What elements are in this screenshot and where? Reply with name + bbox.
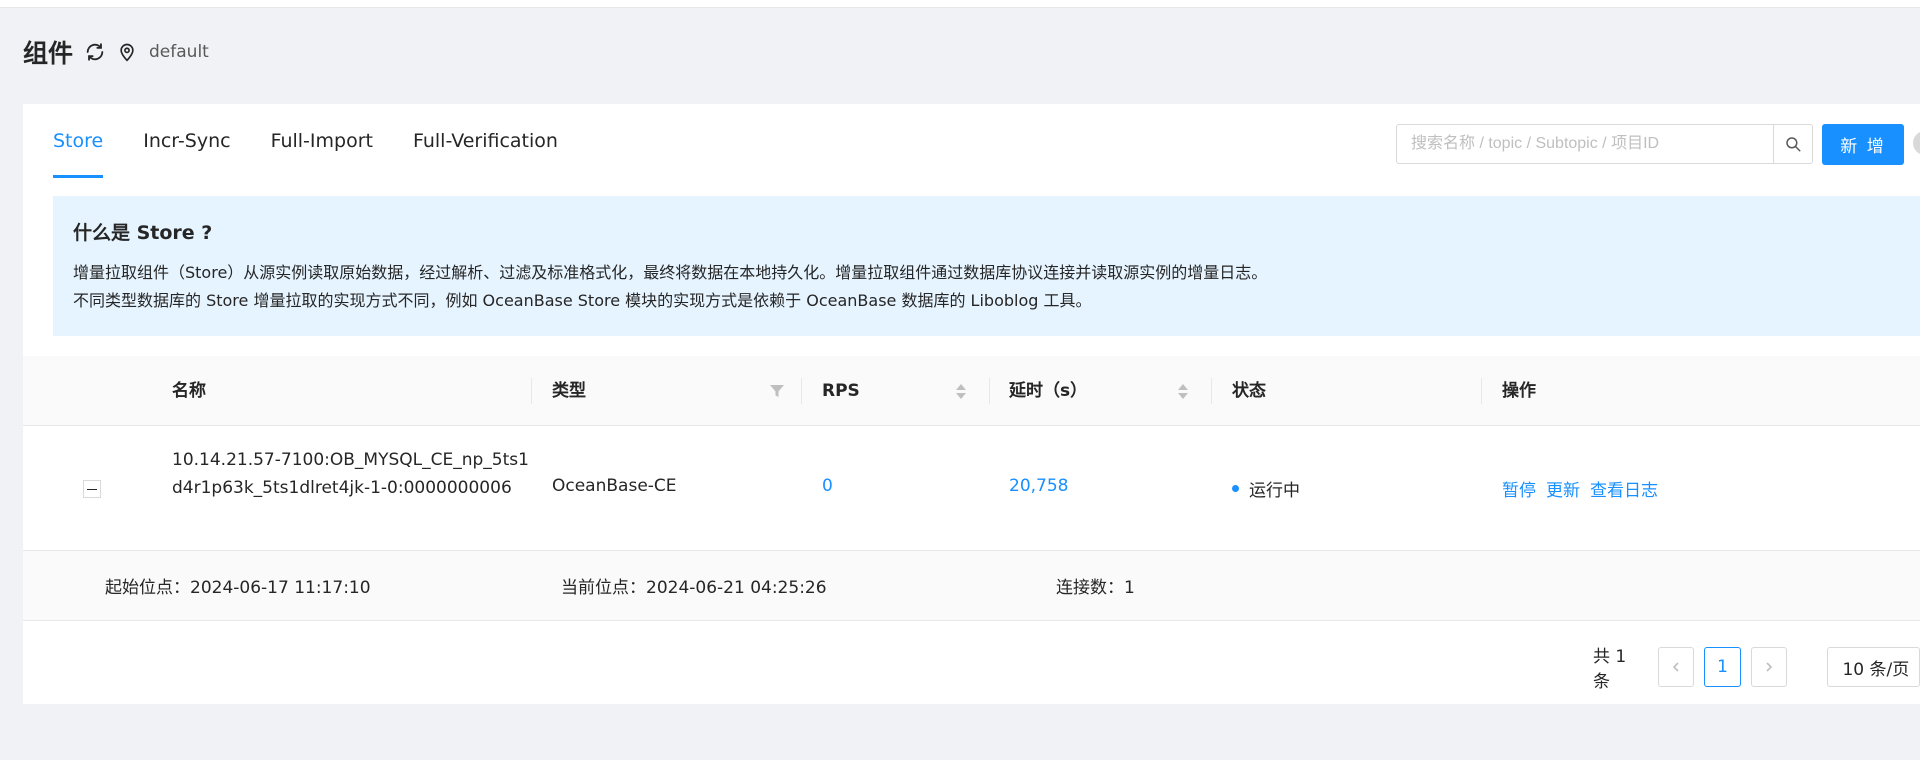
- column-delay: 延时（s）: [1009, 381, 1088, 401]
- search-icon: [1786, 137, 1801, 152]
- component-card: Store Incr-Sync Full-Import Full-Verific…: [23, 104, 1920, 704]
- rps-value-link[interactable]: 0: [822, 476, 833, 496]
- page-size-select[interactable]: 10 条/页: [1827, 647, 1920, 687]
- column-actions: 操作: [1502, 381, 1536, 401]
- sort-icon[interactable]: [955, 384, 967, 400]
- info-title: 什么是 Store ?: [73, 222, 213, 244]
- page-header: 组件 default: [23, 34, 209, 70]
- tab-full-import[interactable]: Full-Import: [271, 104, 373, 178]
- column-divider: [1211, 378, 1212, 404]
- info-line-1: 增量拉取组件（Store）从源实例读取原始数据，经过解析、过滤及标准格式化，最终…: [73, 263, 1268, 282]
- status-text: 运行中: [1249, 481, 1300, 501]
- next-page-button[interactable]: [1750, 647, 1788, 687]
- column-divider: [801, 378, 802, 404]
- component-tabs: Store Incr-Sync Full-Import Full-Verific…: [53, 104, 598, 178]
- delay-value-link[interactable]: 20,758: [1009, 476, 1068, 496]
- row-actions: 暂停 更新 查看日志: [1502, 476, 1658, 501]
- pagination: 共 1 条 1 10 条/页: [1593, 642, 1920, 692]
- current-position: 当前位点：2024-06-21 04:25:26: [561, 578, 827, 598]
- info-panel: 什么是 Store ? 增量拉取组件（Store）从源实例读取原始数据，经过解析…: [53, 196, 1920, 336]
- search-bar: [1396, 124, 1813, 164]
- view-log-link[interactable]: 查看日志: [1590, 476, 1658, 501]
- connection-count: 连接数：1: [1056, 578, 1135, 598]
- column-rps: RPS: [822, 381, 860, 401]
- chevron-left-icon: [1672, 662, 1679, 672]
- chevron-right-icon: [1766, 662, 1773, 672]
- collapse-row-icon[interactable]: [83, 480, 101, 498]
- update-link[interactable]: 更新: [1546, 476, 1580, 501]
- tab-full-verification[interactable]: Full-Verification: [413, 104, 558, 178]
- table-header: 名称 类型 RPS 延时（s） 状态 操作: [23, 356, 1920, 426]
- start-position: 起始位点：2024-06-17 11:17:10: [105, 578, 371, 598]
- help-circle-icon[interactable]: [1913, 131, 1920, 155]
- column-divider: [989, 378, 990, 404]
- sort-icon[interactable]: [1177, 384, 1189, 400]
- column-name: 名称: [172, 381, 206, 401]
- info-line-2: 不同类型数据库的 Store 增量拉取的实现方式不同，例如 OceanBase …: [73, 291, 1092, 310]
- search-input[interactable]: [1396, 124, 1773, 164]
- search-button[interactable]: [1773, 124, 1813, 164]
- prev-page-button[interactable]: [1657, 647, 1695, 687]
- filter-icon[interactable]: [769, 383, 785, 399]
- table-row: 10.14.21.57-7100:OB_MYSQL_CE_np_5ts1d4r1…: [23, 426, 1920, 551]
- environment-name: default: [149, 42, 209, 62]
- column-status: 状态: [1232, 381, 1266, 401]
- add-button[interactable]: 新 增: [1822, 124, 1904, 165]
- location-pin-icon: [115, 40, 139, 64]
- component-name: 10.14.21.57-7100:OB_MYSQL_CE_np_5ts1d4r1…: [172, 450, 529, 498]
- column-divider: [531, 378, 532, 404]
- refresh-icon[interactable]: [83, 40, 107, 64]
- expanded-detail-row: 起始位点：2024-06-17 11:17:10 当前位点：2024-06-21…: [23, 551, 1920, 621]
- status-cell: 运行中: [1232, 476, 1300, 501]
- page-title: 组件: [23, 39, 74, 68]
- column-divider: [1481, 378, 1482, 404]
- pause-link[interactable]: 暂停: [1502, 476, 1536, 501]
- top-strip: [0, 0, 1920, 8]
- tab-incr-sync[interactable]: Incr-Sync: [143, 104, 230, 178]
- components-table: 名称 类型 RPS 延时（s） 状态 操作 10.14.21.57-7100:O…: [23, 356, 1920, 621]
- tab-store[interactable]: Store: [53, 104, 104, 178]
- total-count: 共 1 条: [1593, 647, 1627, 692]
- column-type: 类型: [552, 381, 586, 401]
- component-type: OceanBase-CE: [552, 476, 677, 496]
- status-dot-icon: [1232, 485, 1239, 492]
- page-1-button[interactable]: 1: [1704, 647, 1741, 687]
